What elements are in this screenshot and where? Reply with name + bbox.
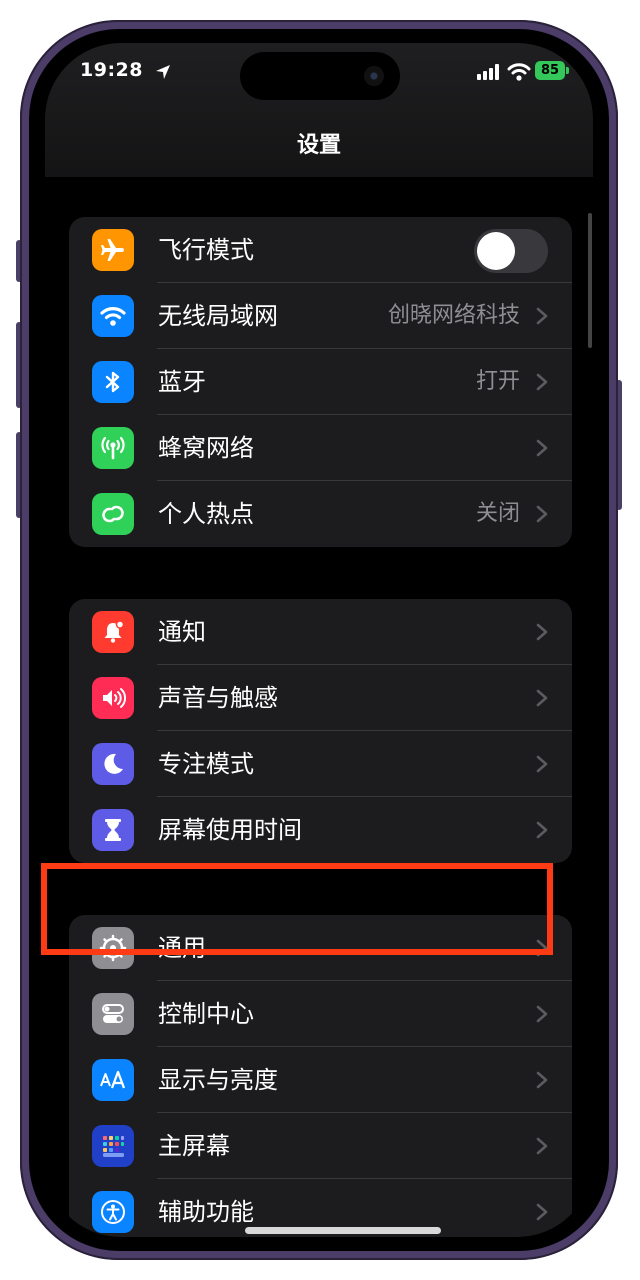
battery-indicator: 85	[535, 61, 565, 80]
row-bluetooth[interactable]: 蓝牙 打开	[69, 349, 572, 415]
row-focus[interactable]: 专注模式	[69, 731, 572, 797]
home-screen-icon	[92, 1125, 134, 1167]
airplane-icon	[92, 229, 134, 271]
screen: 19:28 85 设置 飞行模式 无线局域网 创晓网络科技 蓝牙 打开 蜂窝网络…	[45, 43, 593, 1237]
row-sounds[interactable]: 声音与触感	[69, 665, 572, 731]
wifi-status-icon	[507, 63, 531, 81]
chevron-right-icon	[536, 1005, 548, 1023]
bluetooth-icon	[92, 361, 134, 403]
row-value: 创晓网络科技	[387, 303, 520, 328]
battery-tip	[566, 67, 569, 74]
row-control-center[interactable]: 控制中心	[69, 981, 572, 1047]
chevron-right-icon	[536, 821, 548, 839]
row-wifi[interactable]: 无线局域网 创晓网络科技	[69, 283, 572, 349]
chevron-right-icon	[536, 373, 548, 391]
phone-frame: 19:28 85 设置 飞行模式 无线局域网 创晓网络科技 蓝牙 打开 蜂窝网络…	[20, 20, 618, 1260]
row-label: 声音与触感	[158, 684, 278, 712]
location-arrow-icon	[156, 65, 170, 79]
row-label: 蜂窝网络	[158, 434, 254, 462]
row-value: 关闭	[475, 501, 520, 526]
row-label: 蓝牙	[158, 368, 206, 396]
control-center-icon	[92, 993, 134, 1035]
row-airplane-mode: 飞行模式	[69, 217, 572, 283]
page-title: 设置	[296, 133, 341, 158]
chevron-right-icon	[536, 1137, 548, 1155]
accessibility-icon	[92, 1191, 134, 1233]
focus-moon-icon	[92, 743, 134, 785]
notifications-icon	[92, 611, 134, 653]
display-brightness-icon	[92, 1059, 134, 1101]
row-hotspot[interactable]: 个人热点 关闭	[69, 481, 572, 547]
row-label: 飞行模式	[158, 236, 254, 264]
dynamic-island	[240, 52, 400, 100]
row-cellular[interactable]: 蜂窝网络	[69, 415, 572, 481]
row-label: 通知	[158, 618, 206, 646]
notifications-group: 通知 声音与触感 专注模式 屏幕使用时间	[69, 599, 572, 863]
row-label: 个人热点	[158, 500, 254, 528]
row-label: 专注模式	[158, 750, 254, 778]
status-time: 19:28	[80, 59, 143, 81]
row-screen-time[interactable]: 屏幕使用时间	[69, 797, 572, 863]
row-label: 辅助功能	[158, 1198, 254, 1226]
camera-icon	[364, 66, 384, 86]
sounds-icon	[92, 677, 134, 719]
chevron-right-icon	[536, 689, 548, 707]
row-label: 无线局域网	[158, 302, 278, 330]
phone-bezel: 19:28 85 设置 飞行模式 无线局域网 创晓网络科技 蓝牙 打开 蜂窝网络…	[29, 29, 609, 1251]
home-indicator[interactable]	[245, 1227, 441, 1234]
chevron-right-icon	[536, 1203, 548, 1221]
hotspot-icon	[92, 493, 134, 535]
wifi-icon	[92, 295, 134, 337]
chevron-right-icon	[536, 307, 548, 325]
connectivity-group: 飞行模式 无线局域网 创晓网络科技 蓝牙 打开 蜂窝网络 个人热点 关闭	[69, 217, 572, 547]
row-label: 控制中心	[158, 1000, 254, 1028]
row-value: 打开	[475, 369, 520, 394]
cellular-icon	[92, 427, 134, 469]
row-label: 显示与亮度	[158, 1066, 278, 1094]
chevron-right-icon	[536, 439, 548, 457]
toggle-knob	[477, 232, 515, 270]
row-notifications[interactable]: 通知	[69, 599, 572, 665]
airplane-mode-toggle[interactable]	[474, 229, 548, 273]
system-group: 通用 控制中心 显示与亮度 主屏幕 辅助功能	[69, 915, 572, 1237]
row-display[interactable]: 显示与亮度	[69, 1047, 572, 1113]
cellular-signal-icon	[477, 64, 499, 80]
chevron-right-icon	[536, 623, 548, 641]
hourglass-icon	[92, 809, 134, 851]
row-label: 主屏幕	[158, 1132, 230, 1160]
row-label: 屏幕使用时间	[158, 816, 302, 844]
chevron-right-icon	[536, 1071, 548, 1089]
row-home-screen[interactable]: 主屏幕	[69, 1113, 572, 1179]
chevron-right-icon	[536, 505, 548, 523]
scroll-indicator[interactable]	[588, 213, 592, 348]
navigation-bar: 19:28 85 设置	[45, 43, 593, 177]
highlight-box	[41, 863, 553, 955]
chevron-right-icon	[536, 755, 548, 773]
